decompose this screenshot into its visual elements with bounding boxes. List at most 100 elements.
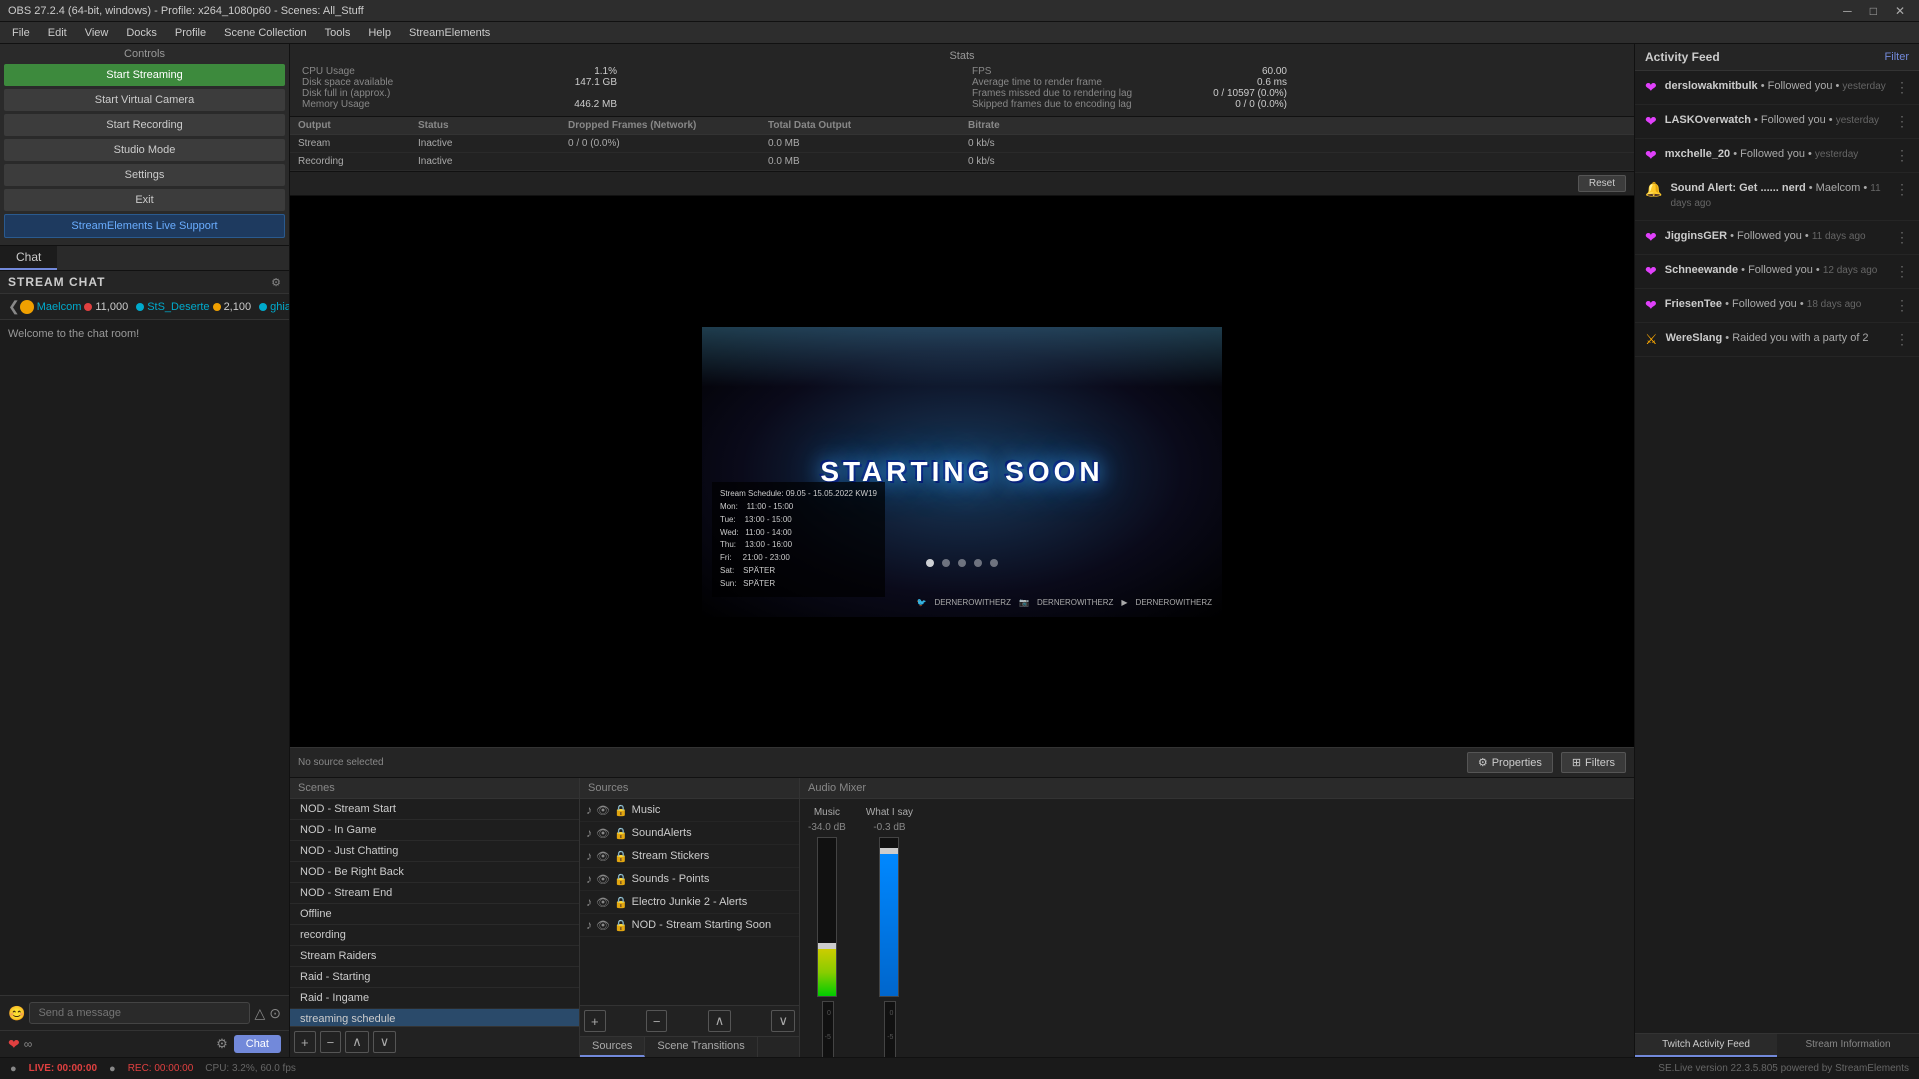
preview-buttons: ⚙ Properties ⊞ Filters: [1467, 752, 1626, 773]
menu-help[interactable]: Help: [360, 25, 399, 41]
mixer-voice-fader[interactable]: [879, 837, 899, 997]
source-electro-lock[interactable]: 🔒: [614, 896, 628, 909]
scene-item-offline[interactable]: Offline: [290, 904, 579, 925]
activity-text-1: derslowakmitbulk • Followed you • yester…: [1665, 79, 1887, 94]
maximize-button[interactable]: □: [1864, 4, 1883, 18]
chat-send-button[interactable]: Chat: [234, 1035, 281, 1053]
start-streaming-button[interactable]: Start Streaming: [4, 64, 285, 86]
activity-more-6[interactable]: ⋮: [1895, 263, 1909, 280]
source-points-label: Sounds - Points: [632, 873, 710, 885]
chat-tab[interactable]: Chat: [0, 246, 57, 270]
source-nod-starting-soon[interactable]: ♪ 👁 🔒 NOD - Stream Starting Soon: [580, 914, 799, 937]
activity-more-7[interactable]: ⋮: [1895, 297, 1909, 314]
source-soundalerts-lock[interactable]: 🔒: [614, 827, 628, 840]
source-music-lock[interactable]: 🔒: [614, 804, 628, 817]
scenes-add-button[interactable]: +: [294, 1031, 316, 1053]
filters-button[interactable]: ⊞ Filters: [1561, 752, 1626, 773]
scene-item-raid-starting[interactable]: Raid - Starting: [290, 967, 579, 988]
prev-button[interactable]: ❮: [8, 298, 20, 315]
chat-emote-button[interactable]: 😊: [8, 1005, 25, 1022]
mixer-voice-label: What I say: [866, 807, 913, 818]
sources-down-button[interactable]: ∨: [771, 1010, 795, 1032]
properties-button[interactable]: ⚙ Properties: [1467, 752, 1553, 773]
status-rec-label: REC: 00:00:00: [128, 1063, 194, 1074]
mixer-music-handle[interactable]: [817, 943, 837, 949]
scene-item-recording[interactable]: recording: [290, 925, 579, 946]
source-soundalerts-eye[interactable]: 👁: [596, 827, 610, 840]
send-left: ❤ ∞: [8, 1036, 32, 1053]
source-stickers-lock[interactable]: 🔒: [614, 850, 628, 863]
scene-item-raid-ingame[interactable]: Raid - Ingame: [290, 988, 579, 1009]
sources-remove-button[interactable]: −: [646, 1010, 668, 1032]
menu-docks[interactable]: Docks: [118, 25, 165, 41]
scenes-remove-button[interactable]: −: [320, 1031, 342, 1053]
menu-streamelements[interactable]: StreamElements: [401, 25, 498, 41]
sources-tab[interactable]: Sources: [580, 1037, 645, 1057]
sources-up-button[interactable]: ∧: [708, 1010, 732, 1032]
source-music-eye[interactable]: 👁: [596, 804, 610, 817]
schedule-mon: Mon: 11:00 - 15:00: [720, 501, 877, 514]
viewers-bar: ❮ Maelcom 11,000 StS_Deserte 2,100: [0, 294, 289, 320]
studio-mode-button[interactable]: Studio Mode: [4, 139, 285, 161]
menu-profile[interactable]: Profile: [167, 25, 214, 41]
exit-button[interactable]: Exit: [4, 189, 285, 211]
source-points-lock[interactable]: 🔒: [614, 873, 628, 886]
source-electro-eye[interactable]: 👁: [596, 896, 610, 909]
twitch-activity-feed-tab[interactable]: Twitch Activity Feed: [1635, 1034, 1777, 1057]
mixer-channel-music: Music -34.0 dB 0 -5 -10 -20 -30 -40: [808, 807, 846, 1057]
close-button[interactable]: ✕: [1889, 4, 1911, 18]
scene-transitions-tab[interactable]: Scene Transitions: [645, 1037, 757, 1057]
stat-row-render: Average time to render frame 0.6 ms: [972, 77, 1287, 88]
minimize-button[interactable]: ─: [1837, 4, 1858, 18]
activity-more-8[interactable]: ⋮: [1895, 331, 1909, 348]
scene-item-in-game[interactable]: NOD - In Game: [290, 820, 579, 841]
activity-more-2[interactable]: ⋮: [1895, 113, 1909, 130]
menu-view[interactable]: View: [77, 25, 117, 41]
source-electro-junkie[interactable]: ♪ 👁 🔒 Electro Junkie 2 - Alerts: [580, 891, 799, 914]
source-sounds-points[interactable]: ♪ 👁 🔒 Sounds - Points: [580, 868, 799, 891]
scene-item-stream-raiders[interactable]: Stream Raiders: [290, 946, 579, 967]
mixer-header: Audio Mixer: [800, 778, 1634, 799]
filter-button[interactable]: Filter: [1885, 51, 1909, 63]
streamelements-button[interactable]: StreamElements Live Support: [4, 214, 285, 238]
scenes-up-button[interactable]: ∧: [345, 1031, 369, 1053]
menu-scene-collection[interactable]: Scene Collection: [216, 25, 315, 41]
menu-file[interactable]: File: [4, 25, 38, 41]
source-points-eye[interactable]: 👁: [596, 873, 610, 886]
menu-edit[interactable]: Edit: [40, 25, 75, 41]
scene-item-stream-start[interactable]: NOD - Stream Start: [290, 799, 579, 820]
activity-more-1[interactable]: ⋮: [1895, 79, 1909, 96]
stream-information-tab[interactable]: Stream Information: [1777, 1034, 1919, 1057]
source-stickers-eye[interactable]: 👁: [596, 850, 610, 863]
reset-button[interactable]: Reset: [1578, 175, 1626, 192]
chat-plus-button[interactable]: △: [254, 1005, 265, 1022]
activity-more-4[interactable]: ⋮: [1895, 181, 1909, 198]
start-virtual-camera-button[interactable]: Start Virtual Camera: [4, 89, 285, 111]
titlebar-title: OBS 27.2.4 (64-bit, windows) - Profile: …: [8, 5, 364, 17]
chat-clock-button[interactable]: ⊙: [269, 1005, 281, 1022]
chat-input[interactable]: [29, 1002, 250, 1024]
scene-item-stream-end[interactable]: NOD - Stream End: [290, 883, 579, 904]
menu-tools[interactable]: Tools: [317, 25, 359, 41]
source-music[interactable]: ♪ 👁 🔒 Music: [580, 799, 799, 822]
sources-add-button[interactable]: +: [584, 1010, 606, 1032]
settings-button[interactable]: Settings: [4, 164, 285, 186]
mixer-voice-handle[interactable]: [879, 848, 899, 854]
activity-more-5[interactable]: ⋮: [1895, 229, 1909, 246]
scene-item-streaming-schedule[interactable]: streaming schedule: [290, 1009, 579, 1026]
stat-row-fps: FPS 60.00: [972, 66, 1287, 77]
viewer2-name: ghiamoniam: [270, 301, 289, 313]
mixer-music-fader[interactable]: [817, 837, 837, 997]
source-nod-lock[interactable]: 🔒: [614, 919, 628, 932]
start-recording-button[interactable]: Start Recording: [4, 114, 285, 136]
scene-item-be-right-back[interactable]: NOD - Be Right Back: [290, 862, 579, 883]
chat-settings-icon[interactable]: ⚙: [271, 276, 281, 289]
scene-item-just-chatting[interactable]: NOD - Just Chatting: [290, 841, 579, 862]
source-nod-eye[interactable]: 👁: [596, 919, 610, 932]
activity-more-3[interactable]: ⋮: [1895, 147, 1909, 164]
source-stickers-label: Stream Stickers: [632, 850, 710, 862]
source-stream-stickers[interactable]: ♪ 👁 🔒 Stream Stickers: [580, 845, 799, 868]
scenes-down-button[interactable]: ∨: [373, 1031, 397, 1053]
chat-gear-button[interactable]: ⚙: [216, 1036, 228, 1052]
source-soundalerts[interactable]: ♪ 👁 🔒 SoundAlerts: [580, 822, 799, 845]
